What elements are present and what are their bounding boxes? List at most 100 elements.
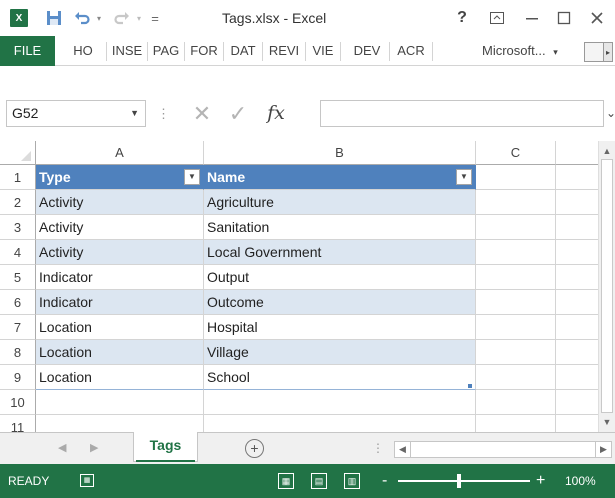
table-cell[interactable]: Location (36, 315, 204, 340)
redo-icon[interactable] (110, 0, 134, 36)
table-header-cell[interactable]: Type ▼ (36, 165, 204, 190)
cell[interactable] (476, 315, 556, 340)
cell[interactable] (556, 265, 598, 290)
sheet-tab-tags[interactable]: Tags (133, 432, 198, 462)
cell[interactable] (476, 240, 556, 265)
row-header[interactable]: 9 (0, 365, 36, 390)
column-header-b[interactable]: B (204, 141, 476, 165)
cell[interactable] (556, 190, 598, 215)
vertical-scrollbar[interactable]: ▲ ▼ (598, 141, 615, 432)
tab-file[interactable]: FILE (0, 36, 55, 66)
cell[interactable] (204, 415, 476, 432)
chevron-right-icon[interactable]: ▸ (604, 42, 613, 62)
excel-logo-icon[interactable]: X (10, 9, 28, 27)
cell[interactable] (476, 340, 556, 365)
cancel-icon[interactable]: ✕ (190, 100, 214, 127)
customize-qat-button[interactable]: = (148, 0, 162, 36)
table-cell[interactable]: Sanitation (204, 215, 476, 240)
table-cell[interactable]: Location (36, 340, 204, 365)
previous-sheet-icon[interactable]: ◀ (58, 433, 66, 463)
cell[interactable] (476, 415, 556, 432)
zoom-level[interactable]: 100% (565, 464, 596, 498)
table-cell[interactable]: Activity (36, 215, 204, 240)
table-header-cell[interactable]: Name ▼ (204, 165, 476, 190)
table-cell[interactable]: Indicator (36, 290, 204, 315)
row-header[interactable]: 1 (0, 165, 36, 190)
row-header[interactable]: 4 (0, 240, 36, 265)
table-cell[interactable]: Indicator (36, 265, 204, 290)
ribbon-display-options-icon[interactable] (486, 0, 508, 36)
row-header[interactable]: 3 (0, 215, 36, 240)
row-header[interactable]: 5 (0, 265, 36, 290)
row-header[interactable]: 6 (0, 290, 36, 315)
table-cell[interactable]: Village (204, 340, 476, 365)
expand-formula-bar-icon[interactable]: ⌄ (606, 100, 615, 127)
minimize-icon[interactable] (520, 0, 544, 36)
cell[interactable] (556, 315, 598, 340)
formula-bar-grip-icon[interactable]: ⋮ (157, 100, 170, 127)
column-header-d[interactable] (556, 141, 598, 165)
cell[interactable] (556, 290, 598, 315)
help-button[interactable]: ? (452, 0, 472, 36)
close-icon[interactable] (585, 0, 609, 36)
avatar[interactable] (584, 42, 604, 62)
row-header[interactable]: 2 (0, 190, 36, 215)
filter-dropdown-icon[interactable]: ▼ (184, 169, 200, 185)
filter-dropdown-icon[interactable]: ▼ (456, 169, 472, 185)
redo-dropdown-icon[interactable]: ▾ (133, 0, 145, 36)
cell[interactable] (36, 390, 204, 415)
tab-acrobat[interactable]: ACR (390, 36, 432, 66)
enter-icon[interactable]: ✓ (226, 100, 250, 127)
cell[interactable] (476, 190, 556, 215)
table-cell[interactable]: Agriculture (204, 190, 476, 215)
tab-insert[interactable]: INSE (107, 36, 147, 66)
insert-function-icon[interactable]: fx (258, 100, 294, 127)
table-cell[interactable]: School (204, 365, 476, 390)
scroll-left-icon[interactable]: ◀ (395, 442, 411, 457)
cell[interactable] (556, 240, 598, 265)
add-sheet-button[interactable]: + (245, 439, 264, 458)
page-break-view-icon[interactable]: ▥ (344, 473, 360, 489)
cell[interactable] (476, 165, 556, 190)
cell[interactable] (556, 390, 598, 415)
table-cell[interactable]: Location (36, 365, 204, 390)
worksheet-grid[interactable]: A B C 1 2 3 4 5 6 7 8 9 10 11 Type ▼ Nam… (0, 141, 598, 432)
row-header[interactable]: 11 (0, 415, 36, 432)
horizontal-scrollbar[interactable]: ◀ ▶ (394, 441, 612, 458)
tab-view[interactable]: VIE (306, 36, 340, 66)
cell[interactable] (556, 365, 598, 390)
table-cell[interactable]: Outcome (204, 290, 476, 315)
cell[interactable] (556, 215, 598, 240)
zoom-slider[interactable] (398, 480, 530, 482)
table-cell[interactable]: Hospital (204, 315, 476, 340)
table-cell[interactable]: Output (204, 265, 476, 290)
cell[interactable] (556, 165, 598, 190)
cell[interactable] (476, 215, 556, 240)
cell[interactable] (476, 365, 556, 390)
column-header-a[interactable]: A (36, 141, 204, 165)
tab-review[interactable]: REVI (263, 36, 305, 66)
cell[interactable] (476, 390, 556, 415)
row-header[interactable]: 7 (0, 315, 36, 340)
table-cell[interactable]: Local Government (204, 240, 476, 265)
tab-page-layout[interactable]: PAG (148, 36, 184, 66)
next-sheet-icon[interactable]: ▶ (90, 433, 98, 463)
account-menu[interactable]: Microsoft... ▾ (482, 36, 558, 66)
undo-dropdown-icon[interactable]: ▾ (93, 0, 105, 36)
table-cell[interactable]: Activity (36, 240, 204, 265)
zoom-out-button[interactable]: - (382, 464, 387, 498)
table-resize-handle[interactable] (468, 384, 472, 388)
row-header[interactable]: 8 (0, 340, 36, 365)
cell[interactable] (476, 265, 556, 290)
tab-formulas[interactable]: FOR (185, 36, 223, 66)
cell[interactable] (36, 415, 204, 432)
cell[interactable] (556, 340, 598, 365)
save-icon[interactable] (42, 0, 66, 36)
scrollbar-thumb[interactable] (601, 159, 613, 413)
normal-view-icon[interactable]: ▦ (278, 473, 294, 489)
macro-recording-icon[interactable]: ▦ (80, 474, 94, 487)
page-layout-view-icon[interactable]: ▤ (311, 473, 327, 489)
tab-splitter-icon[interactable]: ⋮ (372, 433, 384, 463)
select-all-button[interactable] (0, 141, 36, 165)
scroll-down-icon[interactable]: ▼ (599, 414, 615, 430)
